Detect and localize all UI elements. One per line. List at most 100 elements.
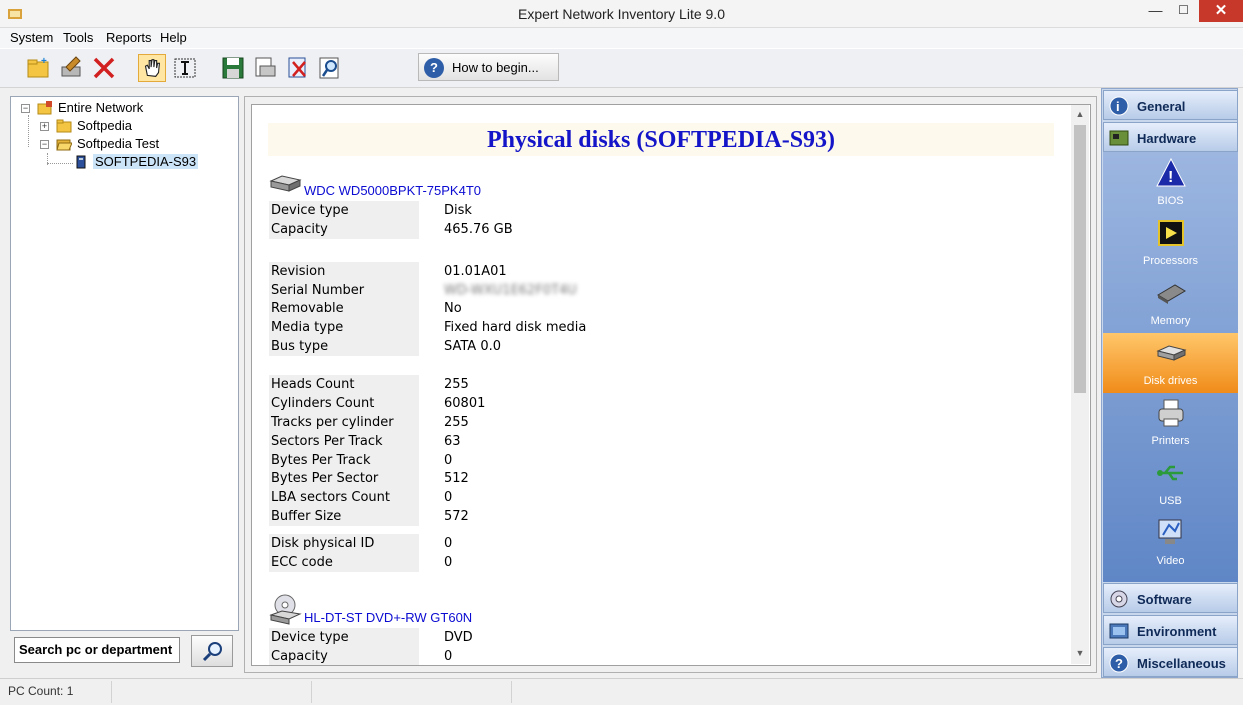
magnifier-icon: [202, 642, 222, 662]
print-preview-icon[interactable]: [251, 54, 279, 82]
prop-value: 255: [444, 377, 469, 392]
search-pc-button[interactable]: Search pc or department: [14, 637, 180, 663]
menu-reports[interactable]: Reports: [106, 30, 152, 45]
scroll-down-icon[interactable]: ▼: [1074, 648, 1086, 660]
text-select-icon[interactable]: [171, 54, 199, 82]
report-scrollbar[interactable]: ▲ ▼: [1071, 105, 1089, 664]
prop-label: Heads Count: [269, 375, 419, 394]
cpu-icon: [1158, 220, 1184, 246]
network-tree: − Entire Network + Softpedia − Softpedia…: [10, 96, 239, 631]
memory-chip-icon: [1157, 284, 1186, 304]
menu-system[interactable]: System: [10, 30, 53, 45]
prop-label: Media type: [269, 318, 419, 337]
info-icon: i: [1109, 96, 1129, 116]
nav-item-processors[interactable]: Processors: [1103, 213, 1238, 273]
prop-label: Serial Number: [269, 281, 419, 300]
nav-item-memory[interactable]: Memory: [1103, 273, 1238, 333]
nav-section-label: Software: [1137, 592, 1192, 607]
nav-item-video[interactable]: Video: [1103, 513, 1238, 573]
expand-toggle-icon[interactable]: +: [40, 122, 49, 131]
nav-section-general[interactable]: i General: [1103, 90, 1238, 120]
maximize-button[interactable]: ☐: [1170, 0, 1197, 22]
prop-label: Bytes Per Sector: [269, 469, 419, 488]
tree-node-entire-network[interactable]: − Entire Network: [21, 100, 231, 117]
nav-item-usb[interactable]: USB: [1103, 453, 1238, 513]
save-icon[interactable]: [219, 54, 247, 82]
prop-label: LBA sectors Count: [269, 488, 419, 507]
collapse-toggle-icon[interactable]: −: [21, 104, 30, 113]
nav-section-hardware[interactable]: Hardware: [1103, 122, 1238, 152]
environment-icon: [1109, 623, 1129, 639]
prop-value: 0: [444, 536, 453, 551]
svg-text:+: +: [41, 56, 47, 67]
minimize-button[interactable]: —: [1142, 0, 1169, 22]
hard-disk-icon: [269, 175, 302, 192]
menu-tools[interactable]: Tools: [63, 30, 93, 45]
tree-node-softpedia[interactable]: + Softpedia: [40, 118, 230, 135]
optical-drive-icon: [269, 594, 302, 625]
menu-help[interactable]: Help: [160, 30, 187, 45]
window-title: Expert Network Inventory Lite 9.0: [518, 6, 725, 22]
nav-section-software[interactable]: Software: [1103, 583, 1238, 613]
nav-item-label: Disk drives: [1143, 375, 1198, 387]
hand-icon[interactable]: [138, 54, 166, 82]
tree-label-softpedia: Softpedia: [77, 118, 132, 133]
prop-value: DVD: [444, 630, 473, 645]
prop-value: 512: [444, 471, 469, 486]
prop-value: 63: [444, 434, 461, 449]
collapse-toggle-icon[interactable]: −: [40, 140, 49, 149]
scrollbar-thumb[interactable]: [1074, 125, 1086, 393]
prop-label: Bytes Per Track: [269, 451, 419, 470]
prop-value: 60801: [444, 396, 486, 411]
how-to-begin-label: How to begin...: [452, 60, 539, 75]
nav-section-miscellaneous[interactable]: ? Miscellaneous: [1103, 647, 1238, 677]
prop-value: 465.76 GB: [444, 222, 513, 237]
delete-icon[interactable]: [90, 54, 118, 82]
prop-label: Capacity: [269, 647, 419, 665]
nav-item-label: Processors: [1142, 255, 1199, 267]
menu-bar: System Tools Reports Help: [0, 28, 1243, 48]
nav-item-disk-drives[interactable]: Disk drives: [1103, 333, 1238, 393]
search-go-button[interactable]: [191, 635, 233, 667]
page-title: Physical disks (SOFTPEDIA-S93): [486, 127, 836, 153]
tree-label-selected-pc: SOFTPEDIA-S93: [93, 154, 199, 169]
prop-value: 572: [444, 509, 469, 524]
nav-item-printers[interactable]: Printers: [1103, 393, 1238, 453]
svg-text:!: !: [1168, 169, 1173, 186]
report-view: Physical disks (SOFTPEDIA-S93) WDC WD500…: [251, 104, 1091, 666]
add-folder-icon[interactable]: +: [25, 54, 53, 82]
tree-label-softpedia-test: Softpedia Test: [77, 136, 160, 151]
prop-label: Revision: [269, 262, 419, 281]
prop-value: 255: [444, 415, 469, 430]
pc-count-status: PC Count: 1: [8, 684, 74, 698]
how-to-begin-button[interactable]: ? How to begin...: [418, 53, 559, 81]
monitor-icon: [1158, 519, 1182, 544]
nav-item-bios[interactable]: ! BIOS: [1103, 153, 1238, 213]
prop-value: 0: [444, 453, 453, 468]
prop-label: Bus type: [269, 337, 419, 356]
prop-value-serial: WD-WXU1E62F0T4U: [444, 283, 577, 298]
tree-node-pc[interactable]: SOFTPEDIA-S93: [75, 154, 225, 171]
toolbar: + ? How to begin...: [0, 48, 1243, 88]
prop-value: No: [444, 301, 462, 316]
prop-label: Device type: [269, 201, 419, 220]
prop-value: 0: [444, 555, 453, 570]
clear-report-icon[interactable]: [284, 54, 312, 82]
svg-text:i: i: [1116, 99, 1120, 114]
find-icon[interactable]: [316, 54, 344, 82]
usb-icon: [1157, 465, 1183, 481]
hardware-icon: [1109, 130, 1129, 146]
disk-name: WDC WD5000BPKT-75PK4T0: [304, 183, 482, 198]
nav-section-environment[interactable]: Environment: [1103, 615, 1238, 645]
scroll-up-icon[interactable]: ▲: [1074, 109, 1086, 121]
prop-label: Buffer Size: [269, 507, 419, 526]
prop-value: 01.01A01: [444, 264, 507, 279]
nav-item-label: USB: [1159, 495, 1182, 507]
prop-label: Removable: [269, 299, 419, 318]
open-folder-icon: [56, 139, 72, 151]
close-button[interactable]: ✕: [1199, 0, 1243, 22]
tree-node-softpedia-test[interactable]: − Softpedia Test: [40, 136, 230, 153]
prop-value: SATA 0.0: [444, 339, 502, 354]
nav-section-label: Hardware: [1137, 131, 1197, 146]
edit-icon[interactable]: [58, 54, 86, 82]
